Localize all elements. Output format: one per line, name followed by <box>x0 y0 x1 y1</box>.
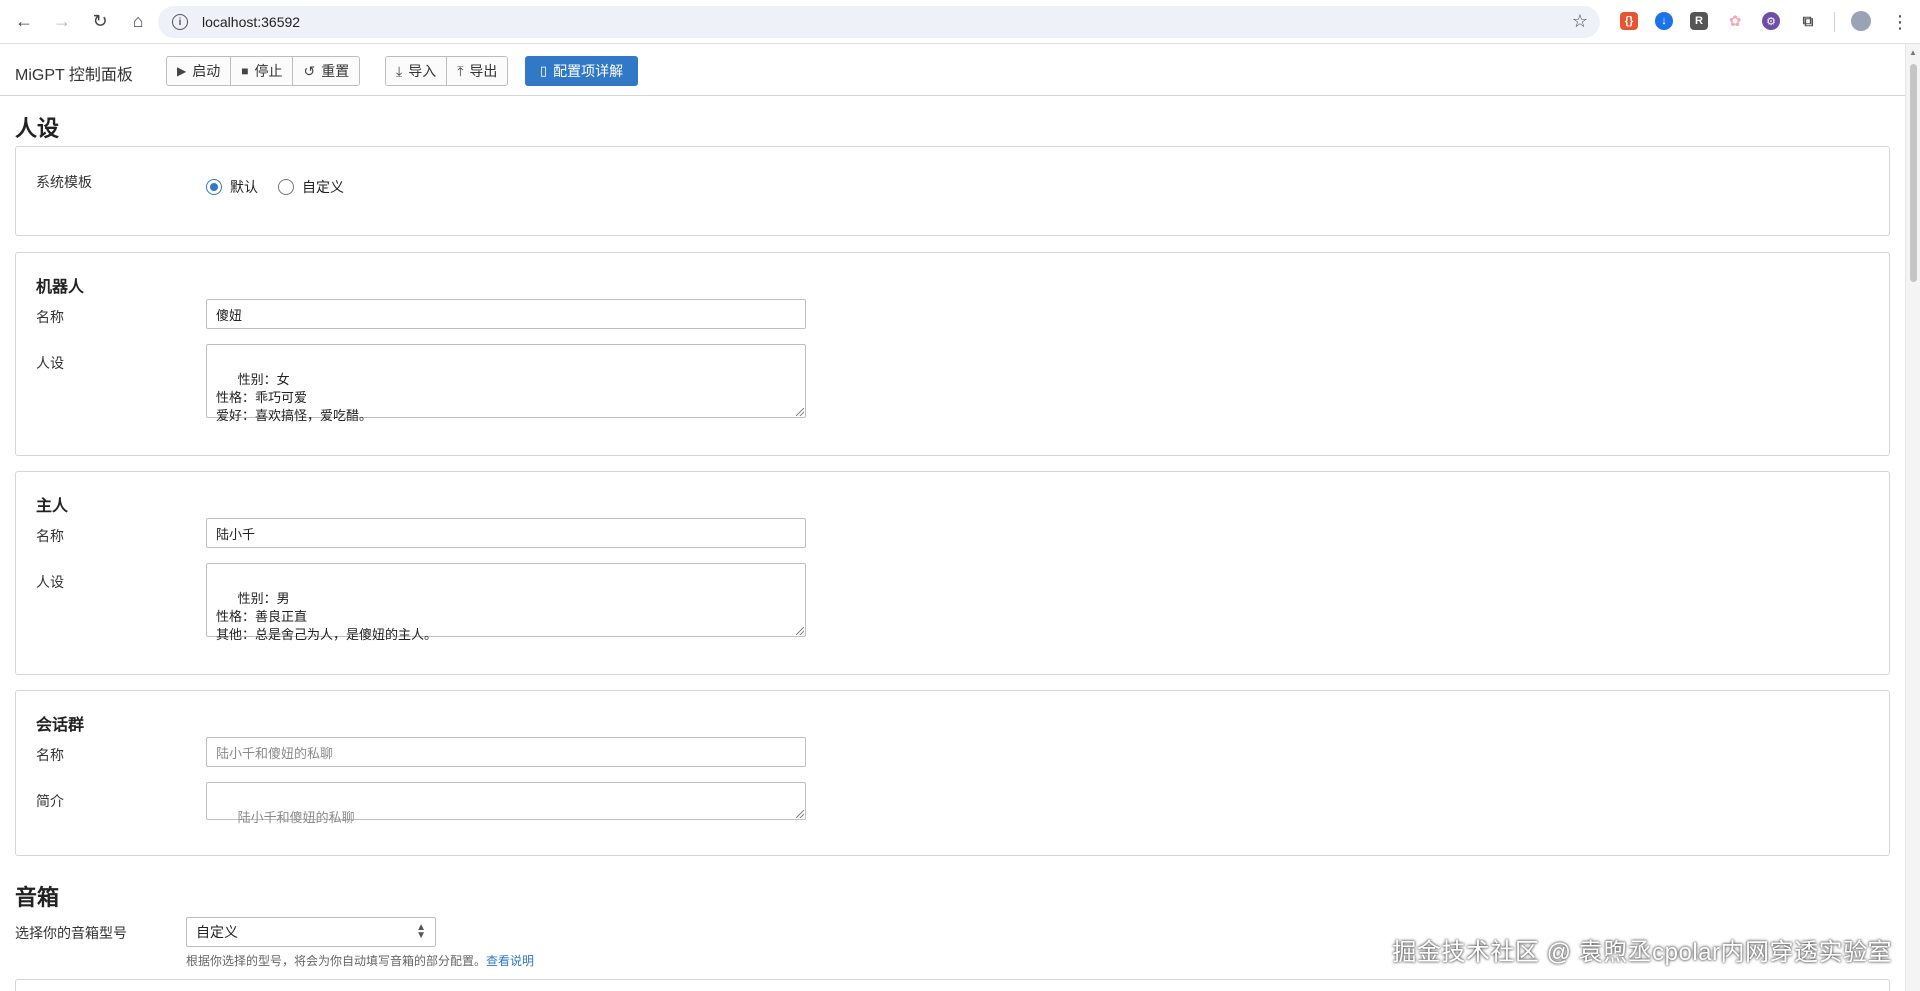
resize-handle-icon[interactable] <box>796 627 804 635</box>
next-card <box>15 979 1890 991</box>
ext-r-icon[interactable]: R <box>1690 12 1708 30</box>
document-icon: ▯ <box>539 63 548 78</box>
group-card: 会话群 名称 陆小千和傻妞的私聊 简介 陆小千和傻妞的私聊 <box>15 690 1890 856</box>
robot-card: 机器人 名称 傻妞 人设 性别：女 性格：乖巧可爱 爱好：喜欢搞怪，爱吃醋。 <box>15 252 1890 456</box>
control-button-group: ▶ 启动 ■ 停止 ↺ 重置 <box>166 56 361 86</box>
ext-download-icon[interactable]: ↓ <box>1655 12 1673 30</box>
master-name-input[interactable]: 陆小千 <box>206 518 806 548</box>
forward-icon[interactable]: → <box>46 6 78 38</box>
chrome-divider <box>1834 12 1835 32</box>
robot-name-input[interactable]: 傻妞 <box>206 299 806 329</box>
stop-icon: ■ <box>241 64 249 78</box>
resize-handle-icon[interactable] <box>796 810 804 818</box>
group-name-label: 名称 <box>36 747 64 763</box>
master-card: 主人 名称 陆小千 人设 性别：男 性格：善良正直 其他：总是舍己为人，是傻妞的… <box>15 471 1890 675</box>
back-icon[interactable]: ← <box>8 6 40 38</box>
address-bar[interactable]: i localhost:36592 ☆ <box>158 6 1600 38</box>
group-card-title: 会话群 <box>36 717 85 734</box>
master-name-label: 名称 <box>36 528 64 544</box>
io-button-group: ⤓ 导入 ⤒ 导出 <box>385 56 509 86</box>
import-button-label: 导入 <box>408 63 437 79</box>
radio-custom[interactable] <box>278 179 294 195</box>
app-title: MiGPT 控制面板 <box>15 67 133 84</box>
radio-default-label[interactable]: 默认 <box>230 177 258 197</box>
robot-profile-label: 人设 <box>36 355 64 371</box>
group-intro-label: 简介 <box>36 793 64 809</box>
master-profile-text: 性别：男 性格：善良正直 其他：总是舍己为人，是傻妞的主人。 <box>216 591 438 642</box>
speaker-model-value: 自定义 <box>196 924 238 940</box>
stop-button[interactable]: ■ 停止 <box>231 57 294 85</box>
play-icon: ▶ <box>177 64 187 78</box>
home-icon[interactable]: ⌂ <box>122 6 154 38</box>
system-template-label: 系统模板 <box>36 174 92 190</box>
reset-button-label: 重置 <box>321 63 350 79</box>
system-template-radio-group: 默认 自定义 <box>206 177 364 197</box>
system-template-card: 系统模板 默认 自定义 <box>15 146 1890 236</box>
main-content: 人设 系统模板 默认 自定义 机器人 名称 傻妞 人设 性别：女 性格：乖巧可爱… <box>0 97 1905 991</box>
address-url[interactable]: localhost:36592 <box>202 14 300 30</box>
robot-profile-text: 性别：女 性格：乖巧可爱 爱好：喜欢搞怪，爱吃醋。 <box>216 372 373 423</box>
browser-chrome: ← → ↻ ⌂ i localhost:36592 ☆ {} ↓ R ✿ ⚙ ⧉… <box>0 0 1920 44</box>
master-profile-textarea[interactable]: 性别：男 性格：善良正直 其他：总是舍己为人，是傻妞的主人。 <box>206 563 806 642</box>
reload-icon[interactable]: ↻ <box>84 6 116 38</box>
page-scrollbar[interactable]: ▲ <box>1905 44 1920 991</box>
master-card-title: 主人 <box>36 498 69 515</box>
export-button[interactable]: ⤒ 导出 <box>447 57 508 85</box>
group-intro-placeholder: 陆小千和傻妞的私聊 <box>237 810 355 825</box>
speaker-section-title: 音箱 <box>15 885 60 910</box>
extensions-puzzle-icon[interactable]: ⧉ <box>1799 12 1817 30</box>
scroll-up-icon[interactable]: ▲ <box>1909 48 1917 57</box>
profile-avatar-icon[interactable] <box>1851 11 1871 31</box>
config-detail-label: 配置项详解 <box>553 63 624 79</box>
upload-icon: ⤒ <box>457 62 464 79</box>
speaker-model-select[interactable]: 自定义 ▲ ▼ <box>186 917 436 947</box>
import-button[interactable]: ⤓ 导入 <box>386 57 448 85</box>
start-button-label: 启动 <box>192 63 221 79</box>
master-profile-label: 人设 <box>36 574 64 590</box>
group-intro-textarea[interactable]: 陆小千和傻妞的私聊 <box>206 782 806 825</box>
watermark-text: 掘金技术社区 @ 袁煦丞cpolar内网穿透实验室 <box>1392 939 1892 966</box>
view-instructions-link[interactable]: 查看说明 <box>486 954 534 968</box>
speaker-helper-text: 根据你选择的型号，将会为你自动填写音箱的部分配置。查看说明 <box>186 952 534 969</box>
browser-menu-icon[interactable]: ⋮ <box>1884 6 1916 38</box>
stop-button-label: 停止 <box>254 63 283 79</box>
export-button-label: 导出 <box>469 63 498 79</box>
bookmark-star-icon[interactable]: ☆ <box>1572 11 1588 32</box>
select-caret-icon: ▲ ▼ <box>416 922 426 941</box>
robot-profile-textarea[interactable]: 性别：女 性格：乖巧可爱 爱好：喜欢搞怪，爱吃醋。 <box>206 344 806 423</box>
ext-gear-icon[interactable]: ⚙ <box>1762 12 1780 30</box>
radio-default[interactable] <box>206 179 222 195</box>
reset-icon: ↺ <box>303 62 316 79</box>
reset-button[interactable]: ↺ 重置 <box>293 57 360 85</box>
robot-name-label: 名称 <box>36 309 64 325</box>
radio-custom-label[interactable]: 自定义 <box>302 177 344 197</box>
download-icon: ⤓ <box>396 62 403 79</box>
config-detail-button[interactable]: ▯ 配置项详解 <box>525 56 638 86</box>
group-name-input[interactable]: 陆小千和傻妞的私聊 <box>206 737 806 767</box>
scroll-thumb[interactable] <box>1910 64 1917 282</box>
ext-flower-icon[interactable]: ✿ <box>1726 12 1744 30</box>
ext-json-icon[interactable]: {} <box>1620 12 1638 30</box>
robot-card-title: 机器人 <box>36 279 85 296</box>
site-info-icon[interactable]: i <box>172 14 188 30</box>
start-button[interactable]: ▶ 启动 <box>167 57 232 85</box>
speaker-helper-desc: 根据你选择的型号，将会为你自动填写音箱的部分配置。 <box>186 954 487 968</box>
resize-handle-icon[interactable] <box>796 408 804 416</box>
app-toolbar: MiGPT 控制面板 ▶ 启动 ■ 停止 ↺ 重置 ⤓ 导入 ⤒ 导出 ▯ 配置… <box>0 44 1905 96</box>
speaker-model-label: 选择你的音箱型号 <box>15 925 127 941</box>
persona-section-title: 人设 <box>15 116 60 141</box>
